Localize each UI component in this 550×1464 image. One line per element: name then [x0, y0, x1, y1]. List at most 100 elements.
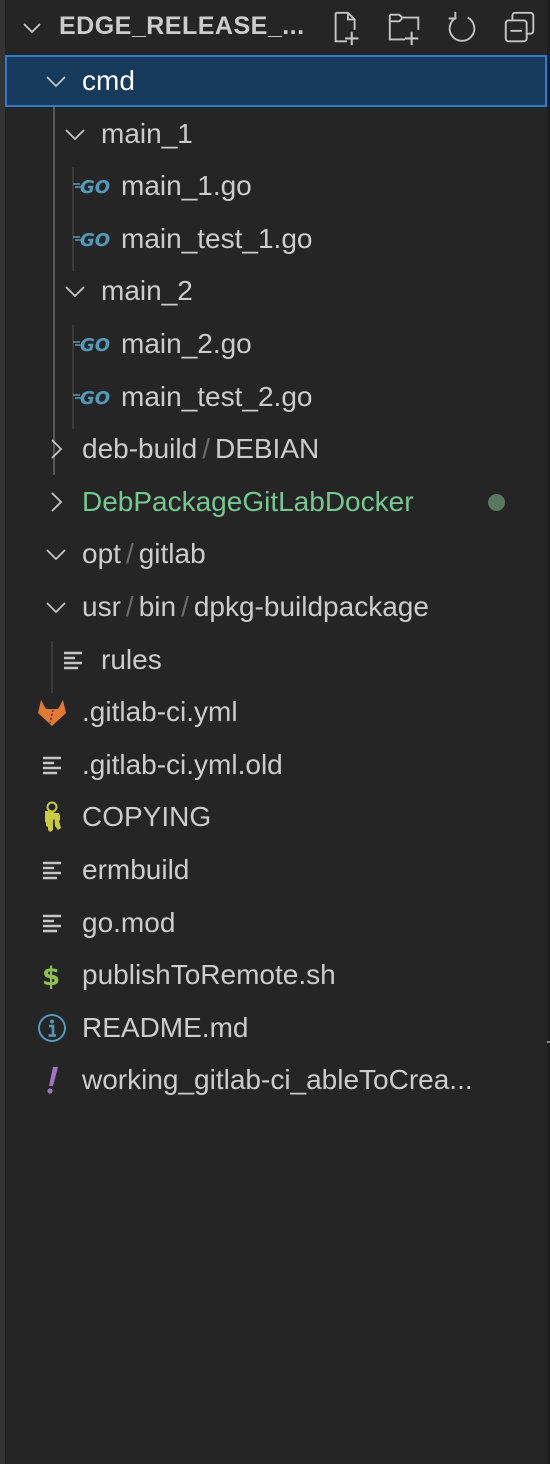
- file-label: .gitlab-ci.yml.old: [82, 748, 283, 780]
- tree-file-row[interactable]: GO main_2.go: [5, 318, 547, 370]
- tree-file-row[interactable]: working_gitlab-ci_ableToCrea...: [5, 1054, 547, 1106]
- svg-text:GO: GO: [80, 177, 110, 198]
- folder-label: opt / gitlab: [82, 537, 206, 571]
- tree-folder-row[interactable]: usr / bin / dpkg-buildpackage: [5, 581, 547, 633]
- folder-name-segment[interactable]: bin: [139, 591, 176, 622]
- chevron-down-icon[interactable]: [20, 16, 44, 40]
- folder-name-segment[interactable]: DEBIAN: [215, 433, 319, 464]
- folder-name-segment[interactable]: dpkg-buildpackage: [194, 591, 429, 622]
- folder-name-segment[interactable]: deb-build: [82, 433, 197, 464]
- file-label: COPYING: [82, 801, 212, 833]
- file-label: main_2.go: [121, 328, 252, 359]
- text-file-icon: [43, 861, 61, 880]
- tree-file-row[interactable]: $ publishToRemote.sh: [5, 949, 547, 1001]
- new-file-button[interactable]: [327, 8, 367, 48]
- tree-folder-row[interactable]: opt / gitlab: [5, 528, 547, 580]
- go-icon: GO: [73, 335, 110, 356]
- yaml-exclamation-icon: [36, 1064, 68, 1096]
- folder-name-segment[interactable]: opt: [82, 538, 121, 569]
- folder-name-segment[interactable]: DebPackageGitLabDocker: [82, 486, 414, 517]
- go-icon: GO: [72, 223, 116, 255]
- file-label: main_test_2.go: [121, 380, 313, 412]
- git-status-dot: [488, 493, 505, 511]
- tree-file-row[interactable]: .gitlab-ci.yml: [5, 686, 547, 738]
- folder-label: main_1: [101, 117, 193, 151]
- folder-label: usr / bin / dpkg-buildpackage: [82, 590, 429, 624]
- svg-text:GO: GO: [80, 230, 110, 251]
- collapse-all-button[interactable]: [500, 8, 540, 48]
- tree-folder-row[interactable]: deb-build / DEBIAN: [5, 423, 547, 475]
- tree-folder-row[interactable]: DebPackageGitLabDocker: [5, 476, 547, 528]
- yaml-exclamation-icon: [47, 1067, 58, 1094]
- folder-name-segment[interactable]: main_1: [101, 118, 193, 149]
- tree-file-row[interactable]: GO main_test_2.go: [5, 371, 547, 423]
- chevron-right-icon[interactable]: [44, 490, 68, 514]
- text-file-icon: [64, 651, 82, 669]
- chevron-down-icon[interactable]: [63, 279, 87, 303]
- file-label: .gitlab-ci.yml: [82, 696, 238, 728]
- folder-name-segment[interactable]: cmd: [82, 65, 135, 96]
- file-label: working_gitlab-ci_ableToCrea...: [82, 1064, 473, 1096]
- svg-text:$: $: [42, 962, 60, 991]
- chevron-down-icon[interactable]: [44, 69, 68, 93]
- path-separator: /: [202, 433, 210, 465]
- explorer-section-header[interactable]: EDGE_RELEASE_...: [5, 0, 550, 56]
- go-icon: GO: [73, 177, 110, 198]
- info-icon: [36, 1012, 68, 1044]
- shell-script-icon: $: [36, 959, 68, 991]
- path-separator: /: [181, 591, 189, 622]
- tree-folder-row[interactable]: main_1: [5, 108, 547, 160]
- chevron-right-icon[interactable]: [44, 437, 68, 461]
- chevron-down-icon[interactable]: [44, 542, 68, 566]
- tree-file-row[interactable]: .gitlab-ci.yml.old: [5, 739, 547, 791]
- tree-file-row[interactable]: ermbuild: [5, 844, 547, 896]
- tree-file-row[interactable]: GO main_test_1.go: [5, 213, 547, 265]
- gitlab-icon: [38, 700, 66, 727]
- chevron-down-icon[interactable]: [63, 122, 87, 146]
- new-folder-icon: [388, 13, 419, 46]
- workspace-title: EDGE_RELEASE_...: [59, 12, 305, 40]
- file-label: main_1.go: [121, 170, 252, 202]
- tree-file-row[interactable]: go.mod: [5, 897, 547, 949]
- go-icon: GO: [72, 381, 116, 413]
- license-key-icon: [45, 801, 61, 833]
- text-file-icon: [57, 644, 89, 676]
- tree-file-row[interactable]: rules: [5, 634, 547, 686]
- text-file-icon: [36, 854, 68, 886]
- text-file-icon: [43, 914, 61, 932]
- collapse-all-icon: [504, 11, 534, 43]
- go-icon: GO: [73, 388, 110, 409]
- svg-text:GO: GO: [80, 335, 110, 356]
- file-label: go.mod: [82, 906, 176, 938]
- info-icon: [38, 1013, 66, 1042]
- new-folder-button[interactable]: [385, 8, 425, 48]
- shell-script-icon: $: [42, 962, 60, 991]
- refresh-icon: [448, 11, 476, 42]
- folder-name-segment[interactable]: gitlab: [139, 538, 206, 569]
- folder-name-segment[interactable]: usr: [82, 591, 121, 622]
- folder-name-segment[interactable]: main_2: [101, 275, 193, 306]
- gitlab-icon: [36, 696, 68, 728]
- file-label: ermbuild: [82, 854, 190, 885]
- explorer-actions: [327, 8, 550, 48]
- tree-folder-row[interactable]: cmd: [5, 55, 547, 107]
- text-file-icon: [36, 907, 68, 939]
- file-label: README.md: [82, 1011, 249, 1043]
- chevron-down-icon[interactable]: [44, 595, 68, 619]
- tree-file-row[interactable]: GO main_1.go: [5, 160, 547, 212]
- folder-label: DebPackageGitLabDocker: [82, 485, 414, 519]
- go-icon: GO: [73, 230, 110, 251]
- tree-folder-row[interactable]: main_2: [5, 265, 547, 317]
- svg-text:GO: GO: [80, 388, 110, 409]
- license-key-icon: [36, 801, 68, 833]
- text-file-icon: [36, 749, 68, 781]
- tree-file-row[interactable]: README.md: [5, 1002, 547, 1054]
- text-file-icon: [43, 756, 61, 774]
- file-label: publishToRemote.sh: [82, 959, 336, 991]
- refresh-button[interactable]: [442, 8, 482, 48]
- folder-label: cmd: [82, 64, 135, 98]
- file-label: rules: [101, 643, 162, 675]
- tree-file-row[interactable]: COPYING: [5, 791, 547, 843]
- go-icon: GO: [72, 170, 116, 202]
- folder-label: main_2: [101, 274, 193, 308]
